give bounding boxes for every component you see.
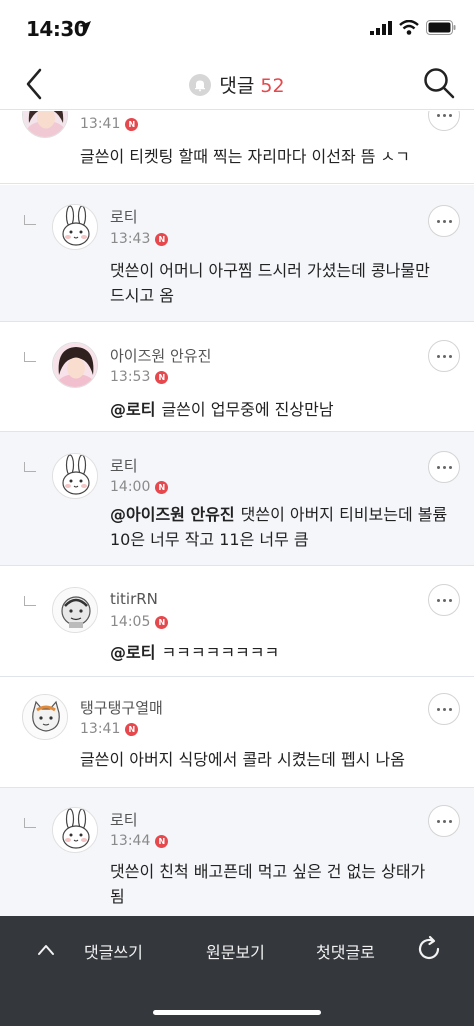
more-options-button[interactable] xyxy=(428,584,460,616)
more-options-button[interactable] xyxy=(428,451,460,483)
comment-author[interactable]: 로티 xyxy=(110,809,138,830)
reply-indicator-icon xyxy=(24,462,36,472)
comment-meta: 14:00 N xyxy=(110,479,169,495)
home-indicator[interactable] xyxy=(153,1010,321,1015)
mention[interactable]: @아이즈원 안유진 xyxy=(110,505,235,524)
comment-body: @로티 ㅋㅋㅋㅋㅋㅋㅋㅋ xyxy=(110,640,445,665)
comment-item: 로티 14:00 N @아이즈원 안유진 댓쓴이 아버지 티비보는데 볼륨 10은… xyxy=(0,432,474,566)
more-options-button[interactable] xyxy=(428,805,460,837)
mention[interactable]: @로티 xyxy=(110,643,155,662)
reply-indicator-icon xyxy=(24,352,36,362)
new-badge: N xyxy=(155,232,169,246)
search-icon[interactable] xyxy=(422,66,456,100)
comment-author[interactable]: 로티 xyxy=(110,455,138,476)
page-title: 댓글 52 xyxy=(219,75,285,97)
avatar[interactable] xyxy=(22,694,68,740)
avatar[interactable] xyxy=(52,453,98,499)
comment-item: 로티 13:44 N 댓쓴이 친척 배고픈데 먹고 싶은 건 없는 상태가 됨 xyxy=(0,788,474,916)
reply-indicator-icon xyxy=(24,596,36,606)
reply-indicator-icon xyxy=(24,818,36,828)
avatar[interactable] xyxy=(52,204,98,250)
new-badge: N xyxy=(155,370,169,384)
view-original-button[interactable]: 원문보기 xyxy=(206,939,265,963)
more-options-button[interactable] xyxy=(428,111,460,131)
comment-author[interactable]: 탱구탱구열매 xyxy=(80,697,163,718)
refresh-icon[interactable] xyxy=(414,934,444,964)
comment-item: titirRN 14:05 N @로티 ㅋㅋㅋㅋㅋㅋㅋㅋ xyxy=(0,566,474,677)
comment-item: 탱구탱구열매 13:41 N 글쓴이 아버지 식당에서 콜라 시켰는데 펩시 나… xyxy=(0,677,474,788)
comment-text: ㅋㅋㅋㅋㅋㅋㅋㅋ xyxy=(161,643,280,662)
comment-body: @로티 글쓴이 업무중에 진상만남 xyxy=(110,397,445,422)
wifi-icon xyxy=(399,20,419,35)
avatar[interactable] xyxy=(22,111,68,138)
comment-body: @아이즈원 안유진 댓쓴이 아버지 티비보는데 볼륨 10은 너무 작고 11은 … xyxy=(110,502,455,552)
comment-time: 14:00 xyxy=(110,479,151,495)
header: 댓글 52 xyxy=(0,58,474,110)
comment-author[interactable]: 로티 xyxy=(110,206,138,227)
comment-text: 글쓴이 업무중에 진상만남 xyxy=(161,400,334,419)
comment-time: 13:44 xyxy=(110,833,151,849)
comment-body: 댓쓴이 어머니 아구찜 드시러 가셨는데 콩나물만 드시고 옴 xyxy=(110,261,430,305)
write-comment-button[interactable]: 댓글쓰기 xyxy=(84,939,143,963)
new-badge: N xyxy=(125,722,139,736)
reply-indicator-icon xyxy=(24,215,36,225)
location-arrow-icon xyxy=(79,21,91,33)
comment-meta: 13:53 N xyxy=(110,369,169,385)
comment-time: 13:41 xyxy=(80,116,121,132)
comment-body: 글쓴이 아버지 식당에서 콜라 시켰는데 펩시 나옴 xyxy=(80,750,405,769)
comment-item: 13:41 N 글쓴이 티켓팅 할때 찍는 자리마다 이선좌 뜸 ㅅㄱ xyxy=(0,111,474,184)
new-badge: N xyxy=(125,117,139,131)
comment-meta: 13:44 N xyxy=(110,833,169,849)
avatar[interactable] xyxy=(52,807,98,853)
comment-count: 52 xyxy=(260,75,285,97)
comment-item: 아이즈원 안유진 13:53 N @로티 글쓴이 업무중에 진상만남 xyxy=(0,322,474,432)
more-options-button[interactable] xyxy=(428,693,460,725)
comment-meta: 13:43 N xyxy=(110,231,169,247)
new-badge: N xyxy=(155,480,169,494)
scroll-up-icon[interactable] xyxy=(36,940,56,960)
comment-meta: 13:41 N xyxy=(80,721,139,737)
comment-author[interactable]: titirRN xyxy=(110,590,158,608)
comment-time: 13:43 xyxy=(110,231,151,247)
comment-list[interactable]: 13:41 N 글쓴이 티켓팅 할때 찍는 자리마다 이선좌 뜸 ㅅㄱ 로티 1… xyxy=(0,111,474,916)
avatar[interactable] xyxy=(52,587,98,633)
comment-item: 로티 13:43 N 댓쓴이 어머니 아구찜 드시러 가셨는데 콩나물만 드시고… xyxy=(0,185,474,322)
mention[interactable]: @로티 xyxy=(110,400,155,419)
new-badge: N xyxy=(155,615,169,629)
new-badge: N xyxy=(155,834,169,848)
comment-time: 13:53 xyxy=(110,369,151,385)
first-comment-button[interactable]: 첫댓글로 xyxy=(316,939,375,963)
bell-icon[interactable] xyxy=(189,73,212,96)
avatar[interactable] xyxy=(52,342,98,388)
more-options-button[interactable] xyxy=(428,205,460,237)
comment-meta: 13:41 N xyxy=(80,116,139,132)
more-options-button[interactable] xyxy=(428,340,460,372)
signal-icon xyxy=(370,20,392,35)
comment-body: 댓쓴이 친척 배고픈데 먹고 싶은 건 없는 상태가 됨 xyxy=(110,862,426,906)
comment-time: 14:05 xyxy=(110,614,151,630)
comment-time: 13:41 xyxy=(80,721,121,737)
status-bar: 14:30 xyxy=(0,0,474,58)
battery-icon xyxy=(426,20,456,35)
comment-meta: 14:05 N xyxy=(110,614,169,630)
comment-author[interactable]: 아이즈원 안유진 xyxy=(110,345,211,366)
comment-body: 글쓴이 티켓팅 할때 찍는 자리마다 이선좌 뜸 ㅅㄱ xyxy=(80,147,411,166)
